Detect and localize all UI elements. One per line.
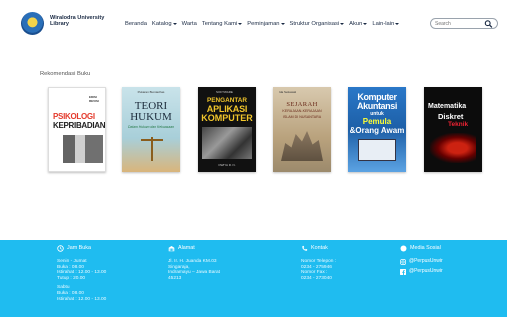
nav-label: Katalog: [151, 21, 172, 27]
globe-icon: [400, 245, 407, 252]
brand-subtitle: Library: [50, 21, 69, 28]
caret-down-icon: [340, 23, 345, 25]
book-title: KEPRIBADIAN: [53, 121, 106, 130]
book-title: TEORI HUKUM: [130, 100, 172, 123]
search-box: [430, 18, 498, 29]
book-card[interactable]: Komputer Akuntansi untuk Pemula &Orang A…: [348, 87, 406, 172]
footer-heading: Media Sosial: [400, 245, 490, 252]
nav-akun[interactable]: Akun: [349, 21, 368, 27]
book-title: Teknik: [448, 121, 469, 128]
nav-lain-lain[interactable]: Lain-lain: [372, 21, 400, 27]
nav-label: Beranda: [125, 21, 147, 27]
book-title: &Orang Awam: [349, 126, 405, 135]
book-title: Diskret: [438, 112, 464, 121]
nav-tentang-kami[interactable]: Tentang Kami: [201, 21, 243, 27]
book-cover-image: [430, 133, 476, 163]
footer-heading: Jam Buka: [57, 245, 147, 252]
book-subtitle: Dalam Hukum dan Kekuasaan: [128, 125, 174, 129]
caret-down-icon: [280, 23, 285, 25]
scales-of-justice-icon: [141, 135, 163, 163]
book-card[interactable]: EDISI REVISI PSIKOLOGI KEPRIBADIAN: [48, 87, 106, 172]
footer-contact: Kontak Nomor Telepon : 0234 - 275946 Nom…: [301, 245, 391, 281]
book-cover-image: [358, 139, 396, 161]
footer-heading-label: Alamat: [178, 244, 195, 251]
book-cover-image: [202, 127, 252, 159]
nav-label: Struktur Organisasi: [289, 21, 340, 27]
footer-heading-label: Media Sosial: [410, 244, 441, 251]
book-card[interactable]: Ida Setiawati SEJARAH KERAJAAN-KERAJAAN …: [273, 87, 331, 172]
nav-label: Warta: [181, 21, 197, 27]
facebook-link[interactable]: @PerpusUnwir: [400, 269, 490, 275]
book-author: Pukaran Bumiachas: [137, 90, 165, 94]
instagram-icon: [400, 259, 406, 265]
caret-down-icon: [172, 23, 177, 25]
book-cover-image: [281, 131, 323, 161]
instagram-handle: @PerpusUnwir: [409, 258, 443, 265]
footer-heading-label: Kontak: [311, 244, 328, 251]
nav-struktur-organisasi[interactable]: Struktur Organisasi: [290, 21, 345, 27]
book-title: Pemula: [362, 117, 392, 126]
nav-label: Akun: [349, 21, 363, 27]
nav-label: Lain-lain: [372, 21, 395, 27]
caret-down-icon: [395, 23, 400, 25]
caret-down-icon: [363, 23, 368, 25]
footer-address: Alamat Jl. Ir. H. Juanda KM.03 Singaraja…: [168, 245, 258, 281]
book-title: PSIKOLOGI: [53, 112, 95, 121]
fax-number: 0234 - 273040: [301, 275, 332, 281]
main-nav: Beranda Katalog Warta Tentang Kami Pemin…: [125, 21, 400, 27]
book-title: KOMPUTER: [201, 113, 253, 123]
site-footer: Jam Buka Senin - Jumat Buka : 08.00 Isti…: [0, 240, 507, 317]
site-brand[interactable]: Wiralodra University Library: [50, 15, 110, 28]
book-edition: EDISI REVISI: [89, 95, 99, 103]
footer-hours: Jam Buka Senin - Jumat Buka : 08.00 Isti…: [57, 245, 147, 302]
book-title: SEJARAH: [286, 101, 318, 108]
book-title: Matematika: [428, 103, 467, 110]
nav-peminjaman[interactable]: Peminjaman: [247, 21, 285, 27]
facebook-handle: @PerpusUnwir: [409, 268, 443, 275]
section-title: Rekomendasi Buku: [40, 71, 91, 77]
book-author: DWIYA R. N.: [218, 163, 236, 167]
caret-down-icon: [238, 23, 243, 25]
address-line: 45213: [168, 275, 182, 281]
book-title: Akuntansi: [357, 101, 397, 111]
book-card[interactable]: Pukaran Bumiachas TEORI HUKUM Dalam Hukum…: [122, 87, 180, 172]
instagram-link[interactable]: @PerpusUnwir: [400, 259, 490, 265]
nav-beranda[interactable]: Beranda: [125, 21, 147, 27]
hours-line: Istirahat : 12.00 - 13.00: [57, 296, 107, 302]
book-title: ISLAM DI NUSANTARA: [282, 115, 322, 119]
footer-heading: Alamat: [168, 245, 258, 252]
search-icon[interactable]: [484, 20, 493, 28]
book-title: PENGANTAR: [206, 97, 247, 104]
book-label: SOFTWARE: [216, 90, 233, 94]
building-icon: [168, 246, 175, 252]
footer-heading: Kontak: [301, 245, 391, 252]
clock-icon: [57, 245, 64, 252]
nav-label: Tentang Kami: [201, 21, 238, 27]
nav-katalog[interactable]: Katalog: [152, 21, 177, 27]
book-author: Ida Setiawati: [279, 90, 297, 94]
site-header: Wiralodra University Library Beranda Kat…: [0, 0, 507, 52]
book-cover-image: [63, 135, 103, 163]
facebook-icon: [400, 269, 406, 275]
footer-social: Media Sosial @PerpusUnwir @PerpusUnwir: [400, 245, 490, 279]
footer-heading-label: Jam Buka: [67, 244, 91, 251]
book-title: KERAJAAN-KERAJAAN: [282, 109, 322, 113]
phone-icon: [302, 245, 308, 251]
nav-label: Peminjaman: [247, 21, 280, 27]
nav-warta[interactable]: Warta: [182, 21, 197, 27]
university-logo[interactable]: [21, 12, 44, 35]
search-input[interactable]: [435, 20, 479, 27]
book-card[interactable]: SOFTWARE PENGANTAR APLIKASI KOMPUTER DWI…: [198, 87, 256, 172]
book-card[interactable]: Matematika Diskret Teknik: [424, 87, 482, 172]
